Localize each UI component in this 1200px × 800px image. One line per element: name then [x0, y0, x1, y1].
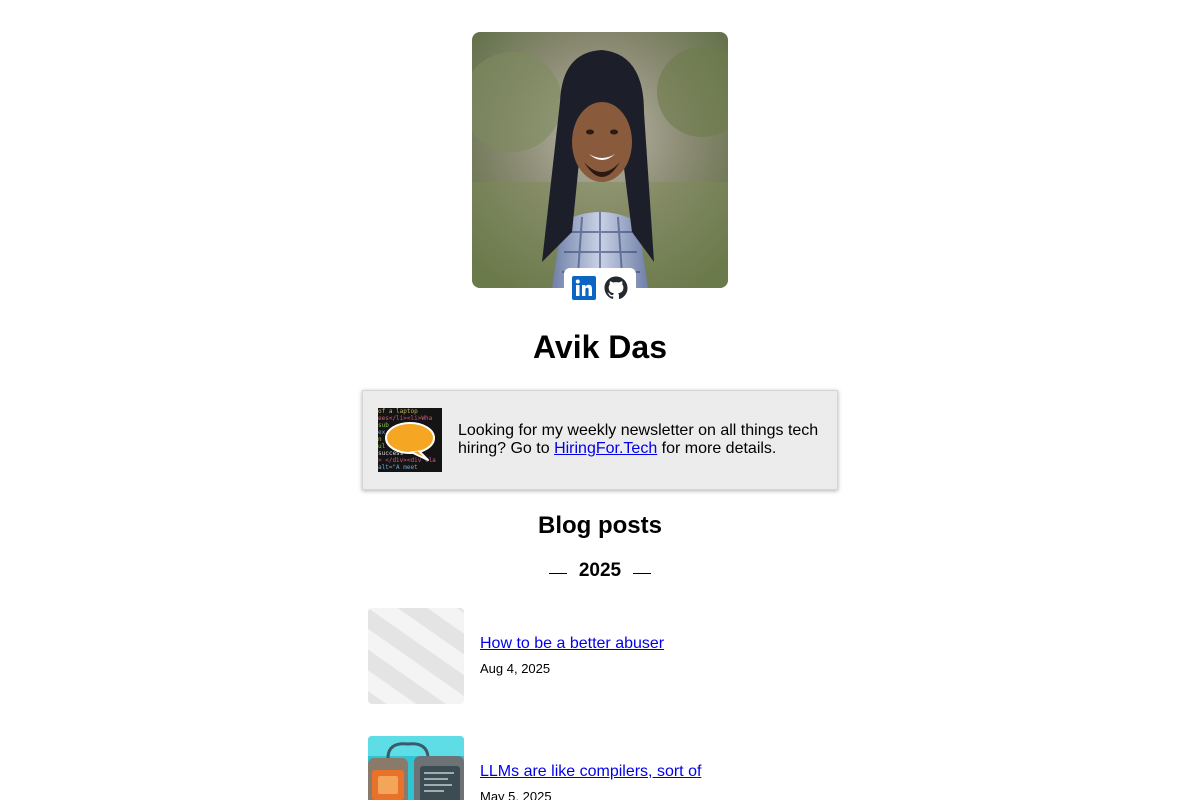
post-thumbnail[interactable]	[368, 736, 464, 800]
svg-text:ees</li><li>Wha: ees</li><li>Wha	[378, 415, 433, 422]
year-dash-left	[548, 572, 567, 574]
post-date: May 5, 2025	[480, 789, 552, 800]
post-title-link[interactable]: LLMs are like compilers, sort of	[480, 763, 701, 781]
svg-text:ul: ul	[378, 443, 386, 450]
newsletter-message: Looking for my weekly newsletter on all …	[458, 422, 828, 458]
post-thumbnail[interactable]	[368, 608, 464, 704]
linkedin-icon	[572, 276, 596, 300]
year-label: 2025	[578, 560, 622, 581]
speech-bubble-icon: of a laptop ees</li><li>Wha sub ex n ul …	[378, 408, 442, 472]
placeholder-image-icon	[368, 608, 464, 704]
svg-text:of a laptop: of a laptop	[378, 408, 418, 415]
post-info: How to be a better abuser Aug 4, 2025	[480, 635, 664, 677]
post-date: Aug 4, 2025	[480, 661, 551, 676]
year-dash-right	[633, 572, 652, 574]
blog-post-item: LLMs are like compilers, sort of May 5, …	[368, 736, 838, 800]
github-icon	[604, 276, 628, 300]
blog-posts-heading: Blog posts	[538, 512, 662, 539]
newsletter-text-after: for more details.	[657, 440, 777, 457]
post-info: LLMs are like compilers, sort of May 5, …	[480, 763, 701, 800]
svg-text:ex: ex	[378, 429, 386, 436]
machines-illustration-icon	[368, 736, 464, 800]
profile-photo	[472, 32, 728, 288]
svg-text:n: n	[378, 436, 382, 443]
github-link[interactable]	[604, 276, 628, 300]
profile-photo-image	[472, 32, 728, 288]
blog-post-item: How to be a better abuser Aug 4, 2025	[368, 608, 838, 704]
svg-text:alt="A meet: alt="A meet	[378, 464, 418, 471]
year-heading: 2025	[0, 559, 1200, 583]
newsletter-thumbnail: of a laptop ees</li><li>Wha sub ex n ul …	[378, 408, 442, 472]
author-name: Avik Das	[533, 329, 667, 365]
social-links	[564, 268, 636, 306]
newsletter-callout: of a laptop ees</li><li>Wha sub ex n ul …	[362, 390, 838, 490]
newsletter-link[interactable]: HiringFor.Tech	[554, 440, 657, 457]
linkedin-link[interactable]	[572, 276, 596, 300]
svg-text:sub: sub	[378, 422, 389, 429]
post-title-link[interactable]: How to be a better abuser	[480, 635, 664, 653]
